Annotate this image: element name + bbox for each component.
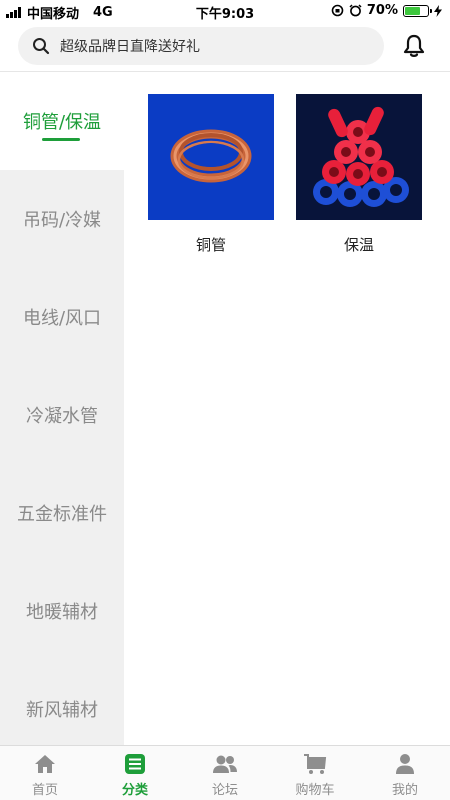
search-placeholder: 超级品牌日直降送好礼 [60, 39, 200, 55]
category-label: 地暖辅材 [26, 602, 98, 623]
category-label: 吊码/冷媒 [22, 210, 102, 231]
top-header: 超级品牌日直降送好礼 [0, 22, 450, 72]
tab-category[interactable]: 分类 [90, 746, 180, 800]
tab-label: 首页 [31, 783, 58, 798]
profile-icon [392, 752, 418, 776]
copper-coil-image [148, 94, 274, 220]
search-bar[interactable]: 超级品牌日直降送好礼 [18, 27, 384, 65]
category-sidebar: 铜管/保温 吊码/冷媒 电线/风口 冷凝水管 五金标准件 地暖辅材 新风辅材 [0, 72, 124, 745]
tab-label: 我的 [391, 783, 418, 798]
cart-icon [302, 752, 328, 776]
category-label: 电线/风口 [22, 308, 102, 329]
product-card-copper-pipe[interactable]: 铜管 [148, 94, 274, 255]
product-label: 保温 [343, 236, 374, 254]
category-item-condensate-pipe[interactable]: 冷凝水管 [0, 366, 124, 464]
product-grid: 铜管 保温 [124, 72, 450, 745]
category-item-wires-vents[interactable]: 电线/风口 [0, 268, 124, 366]
charging-icon [434, 4, 442, 17]
battery-icon [403, 4, 432, 17]
category-label: 冷凝水管 [26, 406, 98, 427]
status-bar: 中国移动 4G 下午9:03 70% [0, 0, 450, 22]
tab-label: 购物车 [295, 783, 335, 798]
tab-forum[interactable]: 论坛 [180, 746, 270, 800]
tab-profile[interactable]: 我的 [360, 746, 450, 800]
category-item-copper-insulation[interactable]: 铜管/保温 [0, 72, 124, 170]
rotation-lock-icon [331, 4, 344, 17]
battery-percent: 70% [366, 3, 398, 18]
bottom-tab-bar: 首页 分类 论坛 购物车 我的 [0, 745, 450, 800]
tab-cart[interactable]: 购物车 [270, 746, 360, 800]
tab-home[interactable]: 首页 [0, 746, 90, 800]
category-item-fresh-air[interactable]: 新风辅材 [0, 660, 124, 745]
tab-label: 论坛 [211, 783, 238, 798]
category-label: 五金标准件 [17, 504, 107, 525]
home-icon [32, 752, 58, 776]
alarm-icon [349, 4, 362, 17]
tab-label: 分类 [121, 783, 148, 798]
category-label: 铜管/保温 [22, 112, 102, 133]
forum-icon [212, 752, 238, 776]
category-item-hangers-refrigerant[interactable]: 吊码/冷媒 [0, 170, 124, 268]
category-item-floor-heating[interactable]: 地暖辅材 [0, 562, 124, 660]
category-label: 新风辅材 [26, 700, 98, 721]
insulation-tubes-image [296, 94, 422, 220]
product-card-insulation[interactable]: 保温 [296, 94, 422, 255]
category-item-hardware[interactable]: 五金标准件 [0, 464, 124, 562]
bell-icon[interactable] [400, 32, 428, 60]
status-right: 70% [331, 3, 442, 18]
product-label: 铜管 [195, 236, 226, 254]
category-icon [122, 752, 148, 776]
active-indicator [42, 138, 80, 141]
search-icon [30, 35, 52, 57]
